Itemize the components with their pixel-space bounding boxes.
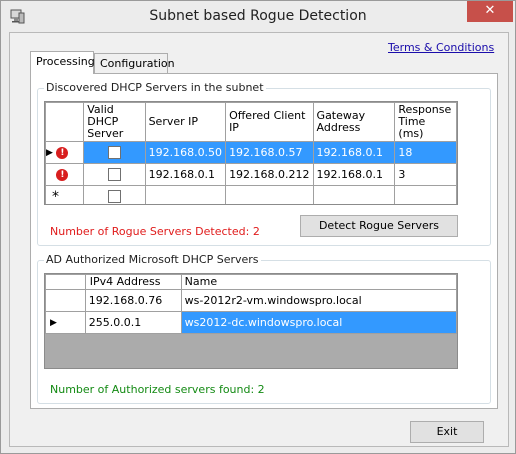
client-area: Terms & Conditions Processing Configurat… <box>9 32 509 447</box>
exit-button[interactable]: Exit <box>410 421 484 443</box>
valid-checkbox[interactable] <box>107 190 121 204</box>
offered-ip-cell[interactable]: 192.168.0.57 <box>225 141 314 164</box>
valid-cell[interactable] <box>83 185 146 204</box>
table-row[interactable]: 192.168.0.76 ws-2012r2-vm.windowspro.loc… <box>45 289 457 312</box>
terms-link[interactable]: Terms & Conditions <box>388 41 494 54</box>
discovered-group-title: Discovered DHCP Servers in the subnet <box>44 81 266 94</box>
authorized-count-text: Number of Authorized servers found: 2 <box>50 383 265 396</box>
processing-tab-page: Discovered DHCP Servers in the subnet Va… <box>30 73 498 409</box>
authorized-servers-group: AD Authorized Microsoft DHCP Servers IPv… <box>37 253 491 404</box>
valid-cell[interactable] <box>83 141 146 164</box>
row-header-corner <box>45 102 85 142</box>
current-row-arrow-icon: ▶ <box>46 148 53 158</box>
table-row[interactable]: ▶ ! 192.168.0.50 192.168.0.57 192.168.0.… <box>45 141 457 164</box>
tab-processing[interactable]: Processing <box>30 51 95 74</box>
column-header-name[interactable]: Name <box>180 274 457 290</box>
row-header[interactable]: ▶ <box>45 311 86 334</box>
row-header[interactable]: ▶ ! <box>45 163 85 186</box>
valid-cell[interactable] <box>83 163 146 186</box>
rogue-count-text: Number of Rogue Servers Detected: 2 <box>50 225 260 238</box>
valid-checkbox[interactable] <box>107 168 121 182</box>
authorized-group-title: AD Authorized Microsoft DHCP Servers <box>44 253 261 266</box>
new-row-marker: * <box>45 185 85 204</box>
warning-icon: ! <box>56 169 69 181</box>
server-ip-cell[interactable]: 192.168.0.1 <box>144 163 227 186</box>
row-header[interactable]: ▶ ! <box>45 141 85 164</box>
title-bar[interactable]: Subnet based Rogue Detection ✕ <box>1 1 515 32</box>
ip-cell[interactable]: 192.168.0.76 <box>84 289 182 312</box>
window-title: Subnet based Rogue Detection <box>149 8 367 24</box>
valid-checkbox[interactable] <box>107 146 121 160</box>
gateway-cell[interactable]: 192.168.0.1 <box>312 163 396 186</box>
table-row[interactable]: ▶ 255.0.0.1 ws2012-dc.windowspro.local <box>45 311 457 334</box>
column-header-valid[interactable]: Valid DHCP Server <box>83 102 146 142</box>
empty-cell[interactable] <box>312 185 396 204</box>
server-ip-cell[interactable]: 192.168.0.50 <box>144 141 227 164</box>
empty-cell[interactable] <box>225 185 314 204</box>
new-row[interactable]: * <box>45 185 457 204</box>
column-header-offered-ip[interactable]: Offered Client IP <box>225 102 314 142</box>
row-header-corner <box>45 274 86 290</box>
offered-ip-cell[interactable]: 192.168.0.212 <box>225 163 314 186</box>
name-cell[interactable]: ws2012-dc.windowspro.local <box>180 311 457 334</box>
grid-header-row: Valid DHCP Server Server IP Offered Clie… <box>45 102 457 142</box>
authorized-servers-grid[interactable]: IPv4 Address Name 192.168.0.76 ws-2012r2… <box>44 273 458 369</box>
detect-rogue-servers-button[interactable]: Detect Rogue Servers <box>300 215 458 237</box>
discovered-servers-grid[interactable]: Valid DHCP Server Server IP Offered Clie… <box>44 101 458 205</box>
column-header-ipv4[interactable]: IPv4 Address <box>84 274 182 290</box>
table-row[interactable]: ▶ ! 192.168.0.1 192.168.0.212 192.168.0.… <box>45 163 457 186</box>
response-cell[interactable]: 18 <box>394 141 457 164</box>
grid-header-row: IPv4 Address Name <box>45 274 457 290</box>
app-window: Subnet based Rogue Detection ✕ Terms & C… <box>0 0 516 454</box>
column-header-response[interactable]: Response Time (ms) <box>394 102 457 142</box>
empty-cell[interactable] <box>144 185 227 204</box>
gateway-cell[interactable]: 192.168.0.1 <box>312 141 396 164</box>
response-cell[interactable]: 3 <box>394 163 457 186</box>
name-cell[interactable]: ws-2012r2-vm.windowspro.local <box>180 289 457 312</box>
close-button[interactable]: ✕ <box>467 1 513 22</box>
warning-icon: ! <box>56 147 69 159</box>
ip-cell[interactable]: 255.0.0.1 <box>84 311 182 334</box>
column-header-gateway[interactable]: Gateway Address <box>312 102 396 142</box>
column-header-server-ip[interactable]: Server IP <box>144 102 227 142</box>
tab-configuration[interactable]: Configuration <box>94 53 175 73</box>
discovered-servers-group: Discovered DHCP Servers in the subnet Va… <box>37 81 491 246</box>
empty-cell[interactable] <box>394 185 457 204</box>
row-header[interactable] <box>45 289 86 312</box>
current-row-arrow-icon: ▶ <box>50 318 57 328</box>
